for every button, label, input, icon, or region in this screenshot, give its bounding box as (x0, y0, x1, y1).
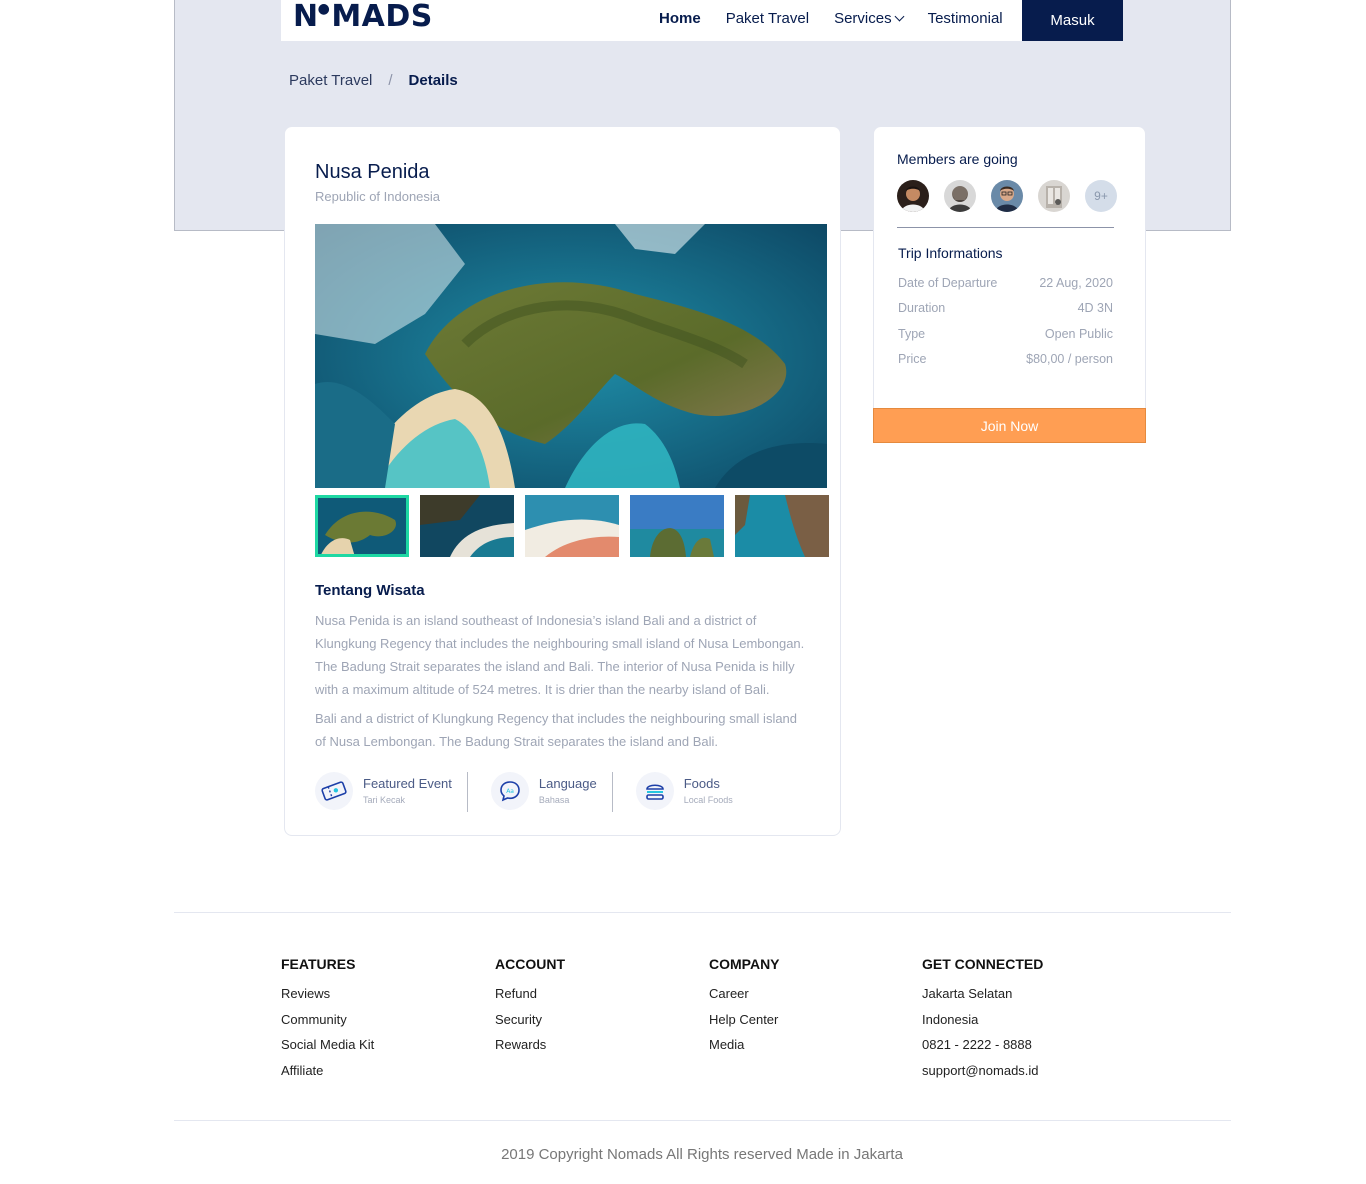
footer-heading: FEATURES (281, 956, 356, 972)
avatar (1038, 180, 1070, 212)
footer-heading: ACCOUNT (495, 956, 565, 972)
ticket-icon (315, 772, 353, 810)
destination-title: Nusa Penida (315, 161, 430, 183)
breadcrumb: Paket Travel / Details (289, 72, 458, 89)
feature-foods: Foods Local Foods (635, 772, 733, 812)
footer-col-account: ACCOUNT Refund Security Rewards (495, 956, 565, 1063)
trip-row-label: Price (898, 352, 927, 366)
footer-link-affiliate[interactable]: Affiliate (281, 1063, 374, 1089)
breadcrumb-current: Details (408, 72, 458, 89)
navbar: N ● MADS Home Paket Travel Services Testim… (281, 0, 1123, 41)
join-now-button[interactable]: Join Now (873, 408, 1146, 443)
member-avatars: 9+ (897, 180, 1117, 212)
nav-home[interactable]: Home (659, 10, 701, 27)
trip-row-value: Open Public (1044, 327, 1113, 341)
feature-divider (611, 772, 613, 812)
feature-event-label: Featured Event (363, 776, 452, 791)
footer-col-get-connected: GET CONNECTED Jakarta Selatan Indonesia … (922, 956, 1043, 1088)
features-row: Featured Event Tari Kecak Aa Language Ba… (315, 772, 733, 812)
trip-sidebar: Members are going 9+ Trip Informations D… (873, 126, 1146, 443)
members-title: Members are going (897, 151, 1018, 167)
feature-foods-value: Local Foods (683, 795, 733, 805)
footer-heading: COMPANY (709, 956, 780, 972)
feature-divider (466, 772, 468, 812)
feature-event-value: Tari Kecak (363, 795, 406, 805)
breadcrumb-separator: / (388, 72, 393, 89)
about-paragraph-1: Nusa Penida is an island southeast of In… (315, 613, 805, 697)
trip-row-duration: Duration 4D 3N (898, 301, 1113, 315)
login-button[interactable]: Masuk (1022, 0, 1123, 41)
trip-row-departure: Date of Departure 22 Aug, 2020 (898, 276, 1113, 290)
nomads-logo[interactable]: N ● MADS (293, 0, 433, 34)
trip-row-value: $80,00 / person (1026, 352, 1113, 366)
trip-row-label: Type (898, 327, 926, 341)
footer-col-company: COMPANY Career Help Center Media (709, 956, 780, 1063)
trip-row-price: Price $80,00 / person (898, 352, 1113, 366)
footer-link-refund[interactable]: Refund (495, 986, 565, 1012)
trip-row-value: 22 Aug, 2020 (1039, 276, 1113, 290)
nav-services[interactable]: Services (834, 9, 905, 27)
avatar (897, 180, 929, 212)
gallery-main-image (315, 224, 827, 488)
footer-link-media[interactable]: Media (709, 1037, 780, 1063)
footer-divider (174, 912, 1231, 913)
breadcrumb-paket-travel[interactable]: Paket Travel (289, 72, 372, 89)
footer-phone[interactable]: 0821 - 2222 - 8888 (922, 1037, 1043, 1063)
footer-link-social-media-kit[interactable]: Social Media Kit (281, 1037, 374, 1063)
footer-col-features: FEATURES Reviews Community Social Media … (281, 956, 374, 1088)
avatar (991, 180, 1023, 212)
footer-link-security[interactable]: Security (495, 1012, 565, 1038)
gallery-thumbnail[interactable] (315, 495, 409, 557)
footer-link-help-center[interactable]: Help Center (709, 1012, 780, 1038)
about-paragraph-2: Bali and a district of Klungkung Regency… (315, 711, 798, 749)
gallery-thumbnail[interactable] (630, 495, 724, 557)
nav-services-label: Services (834, 9, 892, 27)
svg-text:Aa: Aa (506, 788, 514, 795)
footer-link-career[interactable]: Career (709, 986, 780, 1012)
feature-language: Aa Language Bahasa (490, 772, 597, 812)
burger-icon (635, 772, 674, 810)
feature-event: Featured Event Tari Kecak (315, 772, 452, 812)
destination-location: Republic of Indonesia (315, 189, 441, 204)
gallery-thumbnails (315, 495, 829, 557)
trip-row-type: Type Open Public (898, 327, 1113, 341)
avatar (944, 180, 976, 212)
trip-row-value: 4D 3N (1077, 301, 1113, 315)
feature-foods-label: Foods (683, 776, 720, 791)
footer-link-reviews[interactable]: Reviews (281, 986, 374, 1012)
feature-language-label: Language (538, 776, 597, 791)
sidebar-divider (897, 227, 1114, 228)
chat-bubble-icon: Aa (490, 772, 529, 810)
footer-link-community[interactable]: Community (281, 1012, 374, 1038)
trip-row-label: Duration (898, 301, 946, 315)
nav-testimonial[interactable]: Testimonial (928, 10, 1003, 27)
detail-card: Nusa Penida Republic of Indonesia Tentan… (284, 126, 841, 836)
gallery-thumbnail[interactable] (525, 495, 619, 557)
footer-address-country: Indonesia (922, 1011, 979, 1027)
footer-email[interactable]: support@nomads.id (922, 1063, 1043, 1089)
nav-paket-travel[interactable]: Paket Travel (726, 10, 809, 27)
gallery-thumbnail[interactable] (420, 495, 514, 557)
footer-heading: GET CONNECTED (922, 956, 1044, 972)
more-members-badge[interactable]: 9+ (1085, 180, 1117, 212)
about-title: Tentang Wisata (315, 582, 425, 599)
trip-info-title: Trip Informations (898, 245, 1003, 261)
footer-address-city: Jakarta Selatan (922, 986, 1013, 1001)
trip-row-label: Date of Departure (898, 276, 998, 290)
copyright-text: 2019 Copyright Nomads All Rights reserve… (501, 1146, 903, 1163)
feature-language-value: Bahasa (538, 795, 570, 805)
footer-link-rewards[interactable]: Rewards (495, 1037, 565, 1063)
chevron-down-icon (894, 11, 905, 21)
nav-links: Home Paket Travel Services Testimonial (659, 0, 1028, 36)
footer-divider (174, 1120, 1231, 1121)
gallery-thumbnail[interactable] (735, 495, 829, 557)
